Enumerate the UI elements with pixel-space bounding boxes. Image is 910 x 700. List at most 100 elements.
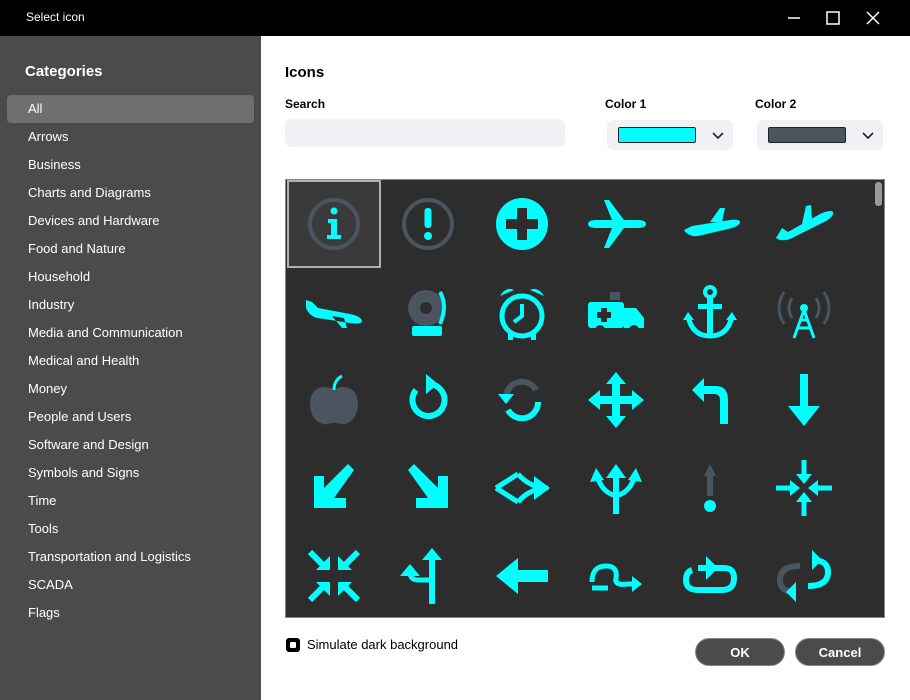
- arrow-split-up-icon: [590, 464, 642, 514]
- close-button[interactable]: [853, 0, 893, 36]
- icon-cell[interactable]: [475, 268, 569, 356]
- color2-picker[interactable]: [757, 120, 883, 150]
- search-label: Search: [285, 97, 326, 111]
- category-item-money[interactable]: Money: [7, 375, 254, 403]
- categories-heading: Categories: [25, 63, 103, 80]
- arrow-left-icon: [496, 558, 548, 594]
- icon-cell[interactable]: [569, 180, 663, 268]
- category-item-software-and-design[interactable]: Software and Design: [7, 431, 254, 459]
- category-item-charts-and-diagrams[interactable]: Charts and Diagrams: [7, 179, 254, 207]
- airplane-takeoff-icon: [684, 208, 740, 237]
- icon-cell[interactable]: [287, 268, 381, 356]
- chevron-down-icon: [862, 132, 874, 140]
- category-item-symbols-and-signs[interactable]: Symbols and Signs: [7, 459, 254, 487]
- icon-cell[interactable]: [663, 268, 757, 356]
- icon-cell[interactable]: [475, 356, 569, 444]
- category-item-transportation-and-logistics[interactable]: Transportation and Logistics: [7, 543, 254, 571]
- icon-cell[interactable]: [381, 532, 475, 617]
- arrow-exclamation-up-icon: [704, 464, 716, 512]
- category-item-scada[interactable]: SCADA: [7, 571, 254, 599]
- category-item-time[interactable]: Time: [7, 487, 254, 515]
- category-list: All Arrows Business Charts and Diagrams Devi…: [7, 95, 254, 627]
- medical-cross-icon: [496, 198, 548, 250]
- ambulance-icon: [588, 292, 644, 335]
- icon-cell[interactable]: [569, 356, 663, 444]
- color2-label: Color 2: [755, 97, 797, 111]
- icon-cell[interactable]: [663, 532, 757, 617]
- title-bar: Select icon: [0, 0, 910, 36]
- icon-grid: [287, 180, 851, 617]
- category-item-industry[interactable]: Industry: [7, 291, 254, 319]
- icon-cell[interactable]: [381, 180, 475, 268]
- icon-cell[interactable]: [663, 444, 757, 532]
- arrow-turn-left-icon: [692, 378, 728, 424]
- icon-cell[interactable]: [475, 532, 569, 617]
- icon-cell[interactable]: [663, 180, 757, 268]
- apple-icon: [310, 374, 358, 425]
- search-input[interactable]: [285, 119, 565, 147]
- icon-cell[interactable]: [757, 532, 851, 617]
- scrollbar[interactable]: [875, 182, 882, 615]
- icon-cell[interactable]: [569, 532, 663, 617]
- icon-cell[interactable]: [757, 180, 851, 268]
- color1-label: Color 1: [605, 97, 647, 111]
- icon-cell[interactable]: [569, 444, 663, 532]
- arrow-repeat-icon: [682, 556, 738, 593]
- close-icon: [866, 11, 880, 25]
- category-item-people-and-users[interactable]: People and Users: [7, 403, 254, 431]
- category-item-media-and-communication[interactable]: Media and Communication: [7, 319, 254, 347]
- arrow-sync-icon: [498, 378, 542, 422]
- maximize-button[interactable]: [813, 0, 853, 36]
- color2-swatch: [768, 127, 846, 143]
- arrow-loop-right-icon: [589, 563, 642, 592]
- arrows-compress-icon: [307, 549, 361, 603]
- alarm-clock-icon: [499, 288, 545, 340]
- airplane-landing-icon: [306, 300, 362, 328]
- airplane-takeoff-alt-icon: [776, 205, 834, 241]
- maximize-icon: [826, 11, 840, 25]
- arrow-down-right-icon: [408, 464, 448, 508]
- chevron-down-icon: [712, 132, 724, 140]
- info-circle-icon: [308, 198, 360, 250]
- icon-cell[interactable]: [475, 444, 569, 532]
- category-item-arrows[interactable]: Arrows: [7, 123, 254, 151]
- icon-cell[interactable]: [663, 356, 757, 444]
- category-item-devices-and-hardware[interactable]: Devices and Hardware: [7, 207, 254, 235]
- icon-cell[interactable]: [475, 180, 569, 268]
- icon-cell[interactable]: [381, 268, 475, 356]
- icon-cell[interactable]: [381, 356, 475, 444]
- color1-swatch: [618, 127, 696, 143]
- category-item-business[interactable]: Business: [7, 151, 254, 179]
- icon-cell[interactable]: [757, 444, 851, 532]
- icon-grid-panel: [285, 179, 885, 618]
- categories-sidebar: Categories All Arrows Business Charts and D…: [0, 36, 261, 700]
- scrollbar-thumb[interactable]: [875, 182, 882, 206]
- ok-button[interactable]: OK: [695, 638, 785, 666]
- category-item-food-and-nature[interactable]: Food and Nature: [7, 235, 254, 263]
- checkbox-box[interactable]: [286, 637, 300, 652]
- arrows-collapse-icon: [776, 460, 832, 516]
- icon-cell[interactable]: [757, 268, 851, 356]
- arrow-merge-left-icon: [494, 471, 550, 505]
- simulate-dark-label: Simulate dark background: [307, 637, 459, 652]
- icons-panel: Icons Search Color 1 Color 2 Simulate da…: [261, 36, 910, 700]
- arrow-repeat-alt-icon: [776, 550, 832, 602]
- category-item-flags[interactable]: Flags: [7, 599, 254, 627]
- icon-cell[interactable]: [381, 444, 475, 532]
- simulate-dark-checkbox[interactable]: Simulate dark background: [286, 637, 458, 652]
- window-title: Select icon: [26, 10, 85, 24]
- category-item-tools[interactable]: Tools: [7, 515, 254, 543]
- icon-cell[interactable]: [287, 356, 381, 444]
- icon-cell[interactable]: [569, 268, 663, 356]
- icon-cell[interactable]: [287, 180, 381, 268]
- category-item-all[interactable]: All: [7, 95, 254, 123]
- category-item-household[interactable]: Household: [7, 263, 254, 291]
- category-item-medical-and-health[interactable]: Medical and Health: [7, 347, 254, 375]
- color1-picker[interactable]: [607, 120, 733, 150]
- icon-cell[interactable]: [287, 532, 381, 617]
- minimize-button[interactable]: [774, 0, 814, 36]
- cancel-button[interactable]: Cancel: [795, 638, 885, 666]
- icons-heading: Icons: [285, 64, 325, 81]
- icon-cell[interactable]: [757, 356, 851, 444]
- icon-cell[interactable]: [287, 444, 381, 532]
